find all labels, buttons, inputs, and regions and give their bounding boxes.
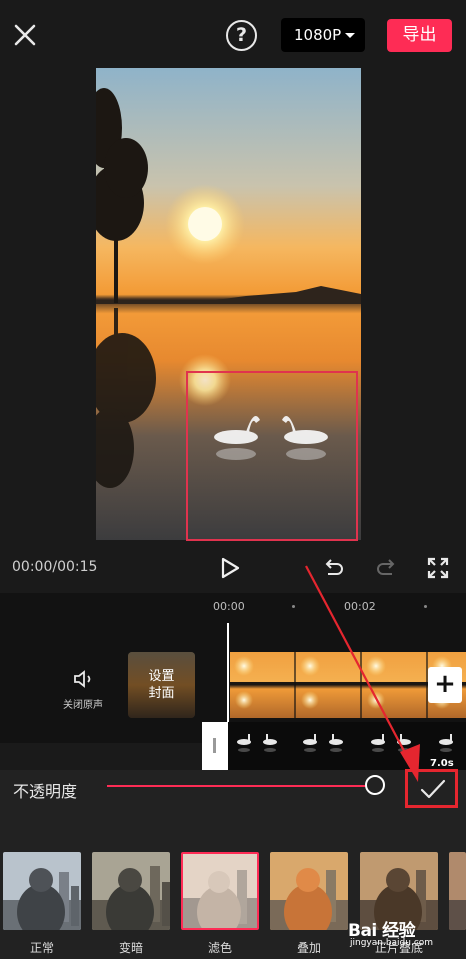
help-icon[interactable]: ? xyxy=(226,20,257,51)
time-ruler: 00:00 00:02 xyxy=(0,593,466,617)
blend-mode-screen[interactable]: 滤色 xyxy=(181,852,259,956)
blend-mode-overlay[interactable]: 叠加 xyxy=(270,852,348,956)
timecode: 00:00/00:15 xyxy=(12,559,98,575)
resolution-value: 1080P xyxy=(294,26,342,44)
opacity-label: 不透明度 xyxy=(13,782,78,801)
blend-thumbnail xyxy=(270,852,348,930)
mute-label: 关闭原声 xyxy=(63,700,103,711)
add-clip-button[interactable]: + xyxy=(428,667,462,703)
blend-mode-normal[interactable]: 正常 xyxy=(3,852,81,956)
close-icon[interactable] xyxy=(10,20,40,50)
watermark-url: jingyan.baidu.com xyxy=(350,938,434,948)
blend-label: 变暗 xyxy=(118,941,143,955)
set-cover-button[interactable]: 设置 封面 xyxy=(128,652,195,718)
top-bar: ? 1080P 导出 xyxy=(0,0,466,68)
export-button[interactable]: 导出 xyxy=(387,19,452,52)
opacity-slider-thumb[interactable] xyxy=(365,775,385,795)
speaker-icon xyxy=(72,668,94,690)
overlay-selection-frame[interactable] xyxy=(186,371,358,541)
play-icon[interactable] xyxy=(218,556,242,580)
tick-dot xyxy=(292,605,295,608)
blend-label: 滤色 xyxy=(207,941,232,955)
blend-label: 叠加 xyxy=(296,941,321,955)
opacity-slider-track[interactable] xyxy=(107,785,369,787)
chevron-down-icon xyxy=(345,33,355,38)
confirm-button[interactable] xyxy=(405,769,458,808)
undo-icon[interactable] xyxy=(322,556,346,580)
checkmark-icon xyxy=(420,779,446,799)
cover-label: 设置 封面 xyxy=(128,668,195,702)
baidu-watermark: Bai 经验 jingyan.baidu.com xyxy=(348,916,460,952)
mute-original-audio-button[interactable]: 关闭原声 xyxy=(58,668,108,711)
overlay-duration: 7.0s xyxy=(430,758,454,769)
blend-mode-darken[interactable]: 变暗 xyxy=(92,852,170,956)
tick-dot xyxy=(424,605,427,608)
blend-thumbnail xyxy=(92,852,170,930)
overlay-trim-handle[interactable] xyxy=(202,722,228,770)
handle-grip xyxy=(213,738,216,753)
resolution-dropdown[interactable]: 1080P xyxy=(281,18,365,52)
tick-label: 00:00 xyxy=(213,600,245,613)
cover-label-line2: 封面 xyxy=(148,686,175,701)
blend-thumbnail xyxy=(181,852,259,930)
blend-thumbnail xyxy=(3,852,81,930)
blend-label: 正常 xyxy=(29,941,54,955)
redo-icon[interactable] xyxy=(374,556,398,580)
cover-label-line1: 设置 xyxy=(148,669,175,684)
fullscreen-icon[interactable] xyxy=(426,556,450,580)
tick-label: 00:02 xyxy=(344,600,376,613)
playback-controls: 00:00/00:15 xyxy=(0,548,466,593)
